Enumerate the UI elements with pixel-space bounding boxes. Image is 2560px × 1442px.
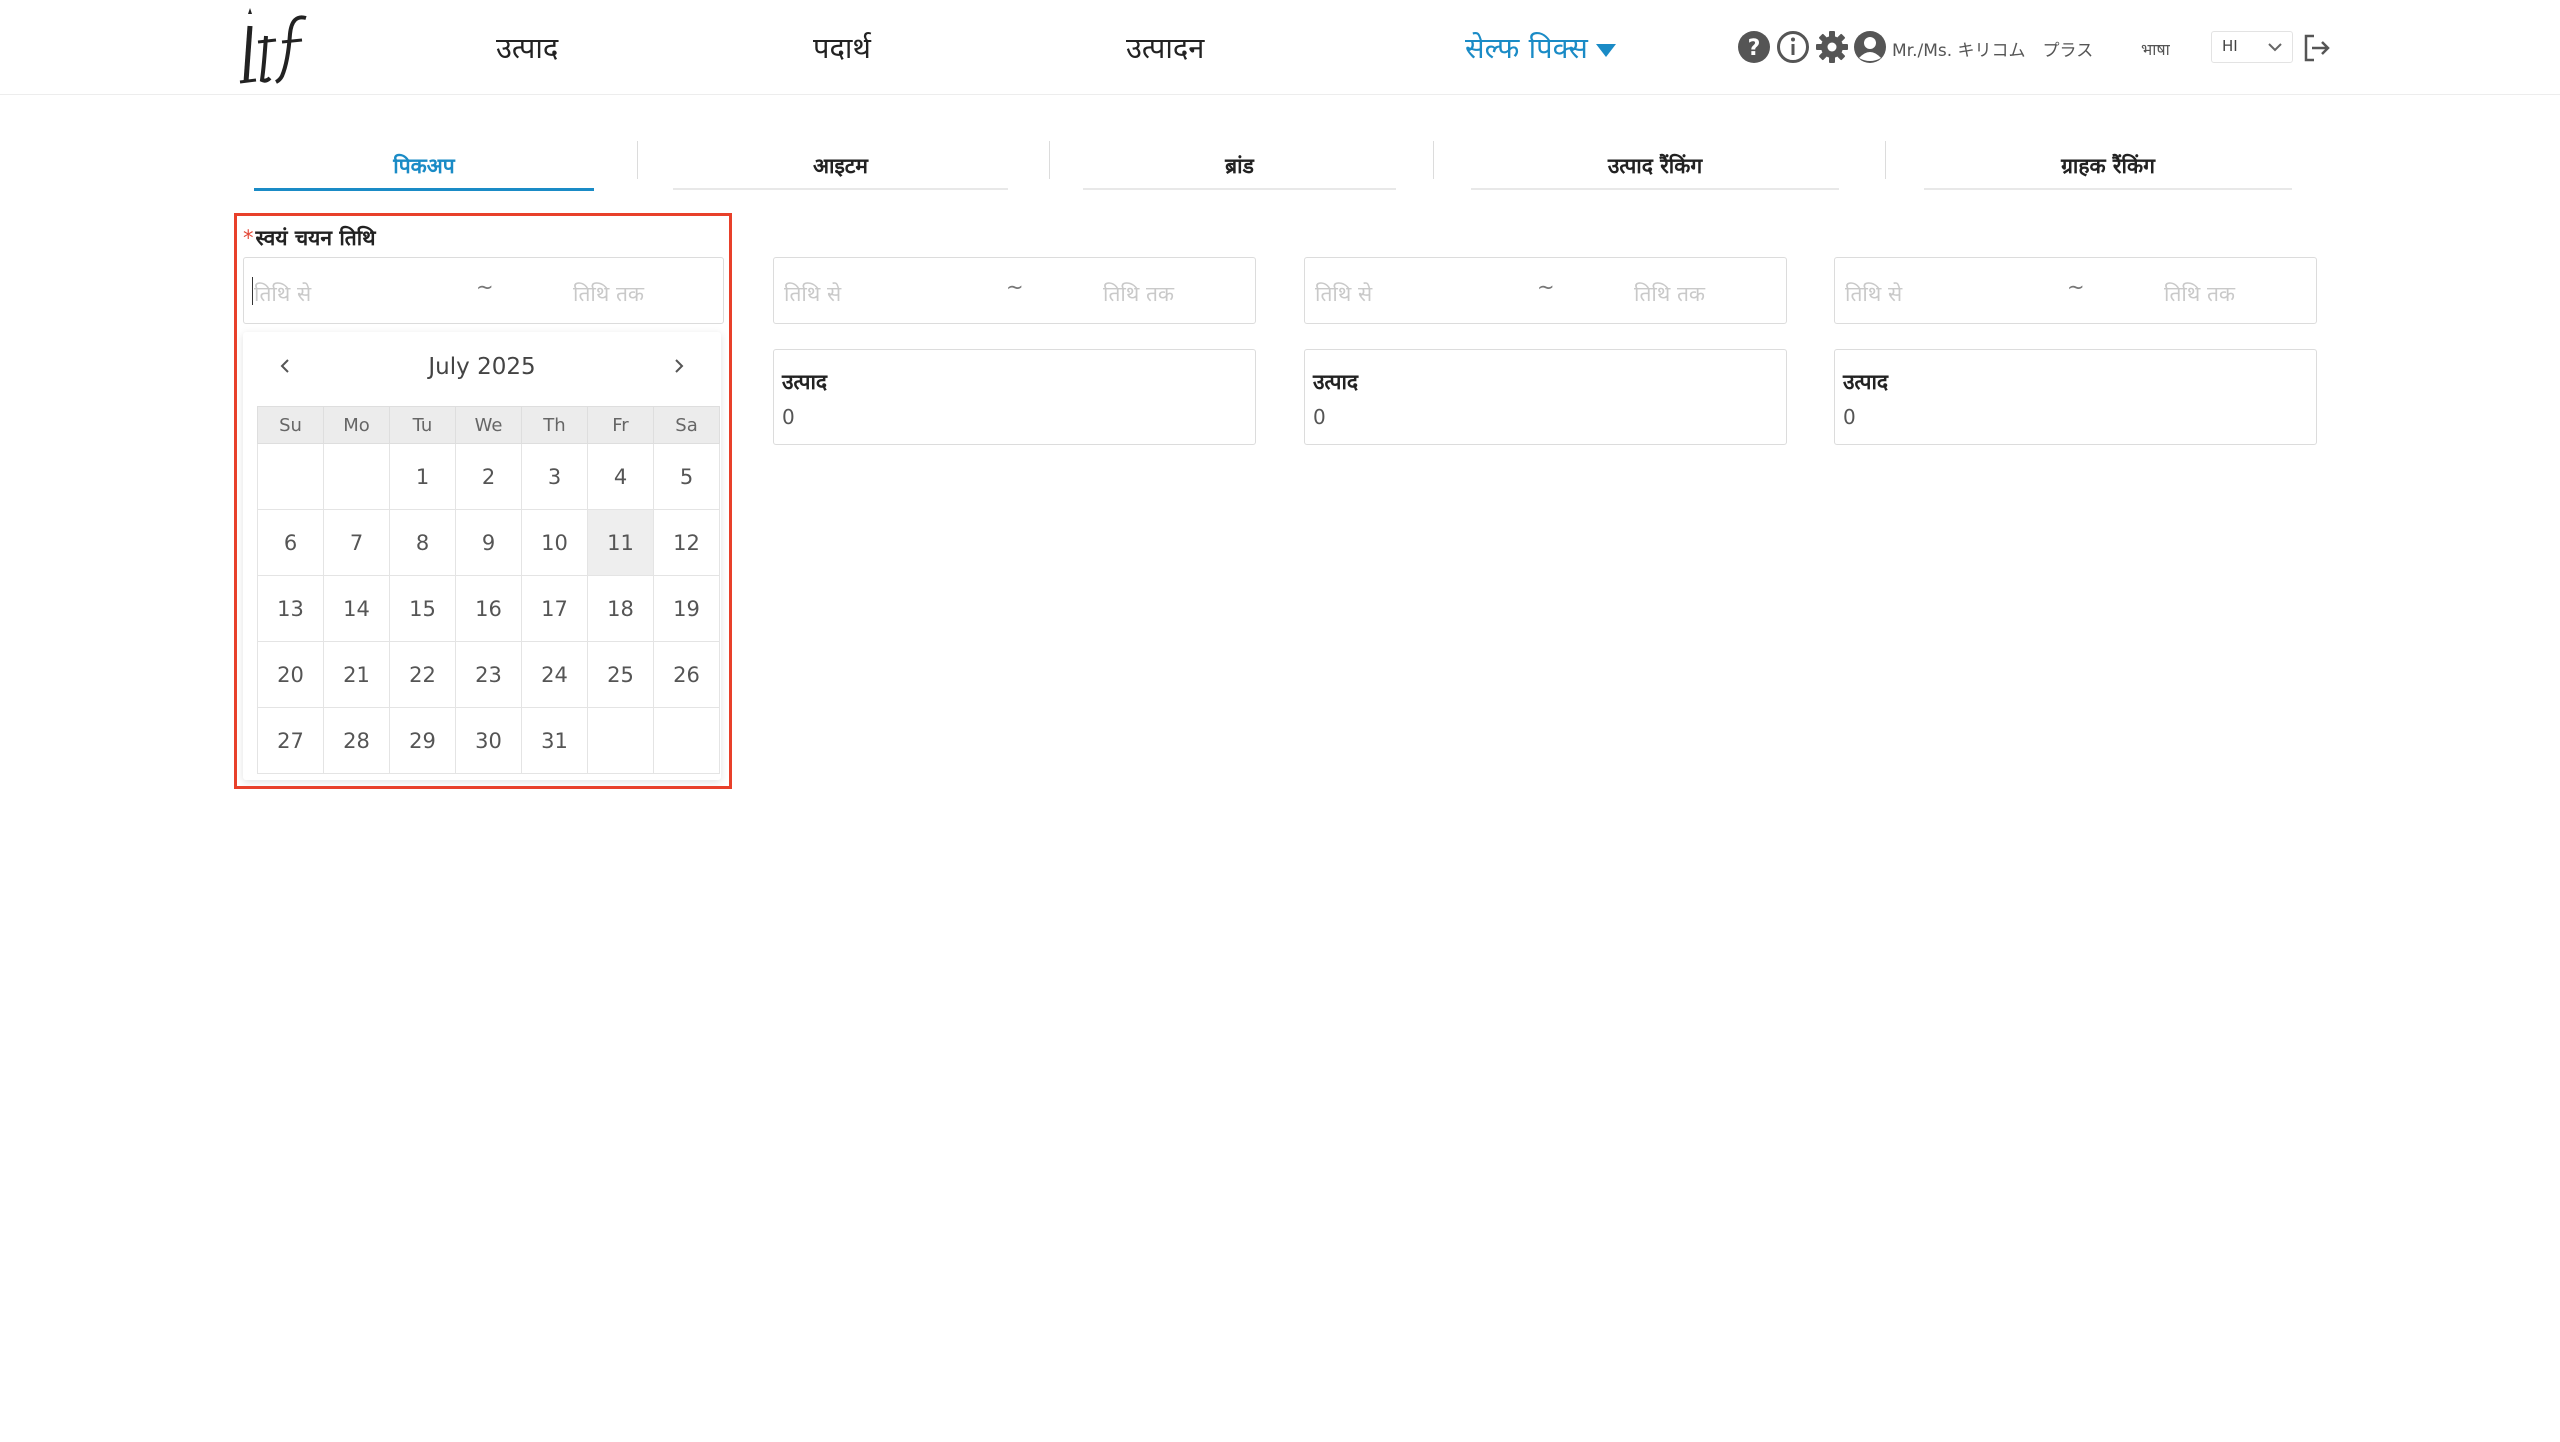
product-count-title: उत्पाद — [1843, 370, 1889, 394]
user-icon[interactable] — [1853, 30, 1887, 64]
product-count-card: उत्पाद 0 — [1834, 349, 2317, 445]
user-name: Mr./Ms. キリコム プラス — [1892, 41, 2094, 61]
date-range-input[interactable]: तिथि से ~ तिथि तक — [1834, 257, 2317, 324]
top-header: उत्पाद पदार्थ उत्पादन सेल्फ पिक्स ? Mr./… — [0, 0, 2560, 95]
gear-icon[interactable] — [1815, 30, 1849, 64]
product-count-card: उत्पाद 0 — [1304, 349, 1787, 445]
product-count-card: उत्पाद 0 — [773, 349, 1256, 445]
nav-self-picks-label: सेल्फ पिक्स — [1465, 31, 1588, 65]
date-range-separator: ~ — [1006, 275, 1024, 299]
date-range-input[interactable]: तिथि से ~ तिथि तक — [773, 257, 1256, 324]
nav-materials[interactable]: पदार्थ — [813, 26, 871, 70]
date-from-input[interactable]: तिथि से — [1845, 280, 1902, 308]
tab-separator — [1433, 141, 1434, 179]
date-range-input[interactable]: तिथि से ~ तिथि तक — [1304, 257, 1787, 324]
date-range-separator: ~ — [1537, 275, 1555, 299]
svg-text:?: ? — [1748, 36, 1761, 61]
product-count-value: 0 — [1313, 405, 1326, 429]
tab-separator — [1049, 141, 1050, 179]
app-logo[interactable] — [236, 6, 316, 88]
nav-products[interactable]: उत्पाद — [496, 26, 558, 70]
language-label: भाषा — [2141, 40, 2170, 59]
tab-separator — [1885, 141, 1886, 179]
tab-customer-ranking[interactable]: ग्राहक रैंकिंग — [1924, 146, 2292, 190]
date-from-input[interactable]: तिथि से — [784, 280, 841, 308]
date-range-separator: ~ — [2067, 275, 2085, 299]
date-to-input[interactable]: तिथि तक — [1103, 280, 1174, 308]
tab-items[interactable]: आइटम — [673, 146, 1008, 190]
help-icon[interactable]: ? — [1737, 30, 1771, 64]
date-from-input[interactable]: तिथि से — [1315, 280, 1372, 308]
product-count-value: 0 — [1843, 405, 1856, 429]
info-icon[interactable] — [1776, 30, 1810, 64]
tab-separator — [637, 141, 638, 179]
tab-product-ranking[interactable]: उत्पाद रैंकिंग — [1471, 146, 1839, 190]
date-to-input[interactable]: तिथि तक — [2164, 280, 2235, 308]
product-count-title: उत्पाद — [1313, 370, 1359, 394]
caret-down-icon — [1595, 43, 1616, 57]
date-to-input[interactable]: तिथि तक — [1634, 280, 1705, 308]
nav-production[interactable]: उत्पादन — [1126, 26, 1204, 70]
language-select-value: HI — [2222, 37, 2238, 55]
logout-icon[interactable] — [2302, 33, 2332, 63]
chevron-down-icon — [2268, 43, 2282, 52]
highlight-box — [234, 213, 732, 789]
tab-pickup[interactable]: पिकअप — [254, 146, 594, 191]
tab-brands[interactable]: ब्रांड — [1083, 146, 1396, 190]
language-select[interactable]: HI — [2211, 31, 2293, 63]
nav-self-picks[interactable]: सेल्फ पिक्स — [1465, 26, 1616, 70]
product-count-value: 0 — [782, 405, 795, 429]
product-count-title: उत्पाद — [782, 370, 828, 394]
